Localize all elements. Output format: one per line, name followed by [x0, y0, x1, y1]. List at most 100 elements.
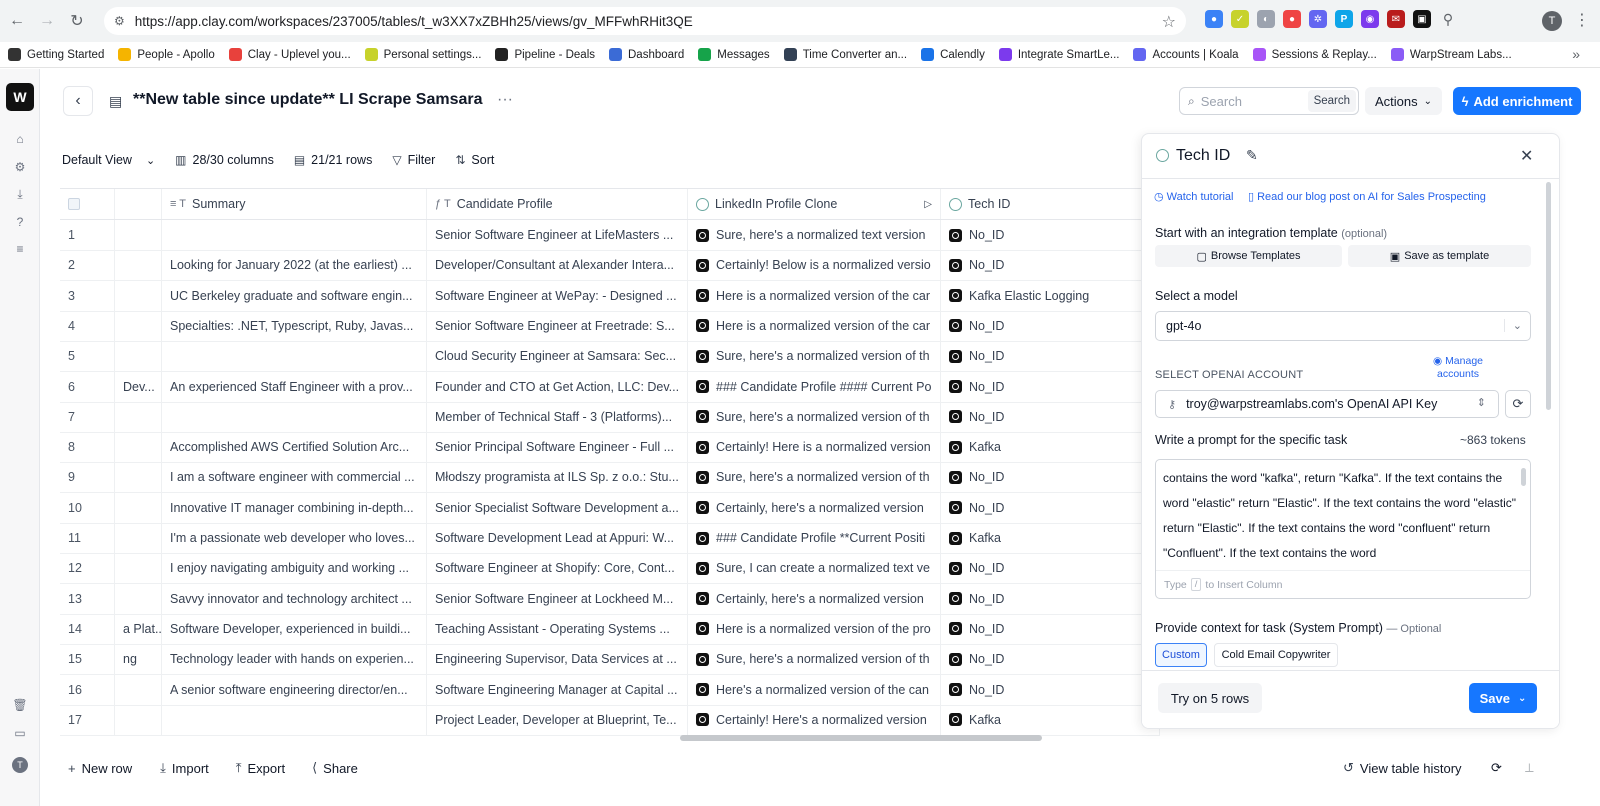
- profile-cell[interactable]: Senior Specialist Software Development a…: [427, 492, 688, 523]
- profile-cell[interactable]: Młodszy programista at ILS Sp. z o.o.: S…: [427, 462, 688, 493]
- profile-avatar[interactable]: T: [1542, 11, 1562, 31]
- tech-id-cell[interactable]: Kafka: [941, 704, 1160, 735]
- profile-cell[interactable]: Software Development Lead at Appuri: W..…: [427, 523, 688, 553]
- close-icon[interactable]: ✕: [1520, 146, 1533, 166]
- header-candidate-profile[interactable]: ƒ T Candidate Profile: [427, 189, 688, 219]
- summary-cell[interactable]: Innovative IT manager combining in-depth…: [162, 492, 427, 523]
- clone-cell[interactable]: Certainly! Below is a normalized versio: [688, 250, 941, 281]
- bookmark-item[interactable]: Pipeline - Deals: [495, 48, 595, 61]
- header-cell[interactable]: [115, 189, 162, 219]
- row-number[interactable]: 4: [60, 310, 115, 341]
- panel-scrollbar[interactable]: [1546, 182, 1551, 410]
- row-number[interactable]: 11: [60, 523, 115, 553]
- summary-cell[interactable]: I'm a passionate web developer who loves…: [162, 523, 427, 553]
- tech-id-cell[interactable]: No_ID: [941, 644, 1160, 675]
- table-cell[interactable]: ng: [115, 644, 162, 675]
- row-number[interactable]: 17: [60, 704, 115, 735]
- prompt-editor[interactable]: contains the word "kafka", return "Kafka…: [1155, 459, 1531, 599]
- row-number[interactable]: 10: [60, 492, 115, 523]
- clone-cell[interactable]: Here is a normalized version of the car: [688, 280, 941, 311]
- summary-cell[interactable]: Specialties: .NET, Typescript, Ruby, Jav…: [162, 310, 427, 341]
- table-cell[interactable]: [115, 220, 162, 250]
- save-as-template-button[interactable]: ▣ Save as template: [1348, 245, 1531, 267]
- chip-custom[interactable]: Custom: [1155, 643, 1207, 667]
- page-title[interactable]: **New table since update** LI Scrape Sam…: [133, 91, 482, 109]
- tech-id-cell[interactable]: No_ID: [941, 674, 1160, 705]
- bookmark-item[interactable]: Sessions & Replay...: [1252, 48, 1377, 61]
- export-button[interactable]: ⤒ Export: [236, 760, 285, 776]
- save-button[interactable]: Save ⌄: [1469, 683, 1537, 713]
- extension-icon[interactable]: ◉: [1361, 10, 1379, 28]
- bookmark-item[interactable]: Messages: [698, 48, 770, 61]
- blog-post-link[interactable]: ▯ Read our blog post on AI for Sales Pro…: [1248, 190, 1486, 203]
- table-cell[interactable]: [115, 280, 162, 311]
- clone-cell[interactable]: Here is a normalized version of the car: [688, 310, 941, 341]
- refresh-accounts-button[interactable]: ⟳: [1505, 390, 1531, 418]
- manage-accounts-link[interactable]: ◉ Manage accounts: [1430, 355, 1486, 381]
- table-cell[interactable]: [115, 462, 162, 493]
- profile-cell[interactable]: Teaching Assistant - Operating Systems .…: [427, 613, 688, 644]
- tech-id-cell[interactable]: Kafka: [941, 523, 1160, 553]
- header-tech-id[interactable]: Tech ID▷: [941, 189, 1160, 219]
- table-cell[interactable]: [115, 341, 162, 372]
- tech-id-cell[interactable]: No_ID: [941, 310, 1160, 341]
- browse-templates-button[interactable]: ▢ Browse Templates: [1155, 245, 1342, 267]
- url-text[interactable]: https://app.clay.com/workspaces/237005/t…: [135, 14, 693, 29]
- more-bookmarks-icon[interactable]: »: [1572, 46, 1580, 62]
- help-icon[interactable]: ?: [12, 214, 28, 230]
- extension-icon[interactable]: ●: [1283, 10, 1301, 28]
- home-icon[interactable]: ⌂: [12, 131, 28, 147]
- row-number[interactable]: 5: [60, 341, 115, 372]
- horizontal-scrollbar[interactable]: [680, 735, 1042, 741]
- rows-button[interactable]: ▤ 21/21 rows: [294, 153, 373, 167]
- search-input[interactable]: [1200, 93, 1301, 109]
- bookmark-item[interactable]: Time Converter an...: [783, 48, 907, 61]
- table-cell[interactable]: [115, 674, 162, 705]
- summary-cell[interactable]: Technology leader with hands on experien…: [162, 644, 427, 675]
- header-linkedin-clone[interactable]: LinkedIn Profile Clone ▷: [688, 189, 941, 219]
- clone-cell[interactable]: ### Candidate Profile **Current Positi: [688, 523, 941, 553]
- summary-cell[interactable]: An experienced Staff Engineer with a pro…: [162, 371, 427, 402]
- bookmark-item[interactable]: WarpStream Labs...: [1390, 48, 1512, 61]
- tech-id-cell[interactable]: No_ID: [941, 553, 1160, 584]
- table-row[interactable]: 15 ng Technology leader with hands on expe…: [60, 644, 1160, 676]
- table-cell[interactable]: [115, 310, 162, 341]
- table-row[interactable]: 3 UC Berkeley graduate and software engin…: [60, 280, 1160, 312]
- user-avatar-icon[interactable]: T: [12, 757, 28, 773]
- extension-icon[interactable]: ✓: [1231, 10, 1249, 28]
- table-cell[interactable]: [115, 432, 162, 463]
- refresh-icon[interactable]: ⟳: [1491, 760, 1502, 776]
- site-info-icon[interactable]: ⚙: [114, 14, 125, 28]
- row-number[interactable]: 8: [60, 432, 115, 463]
- clone-cell[interactable]: Sure, I can create a normalized text ve: [688, 553, 941, 584]
- table-row[interactable]: 11 I'm a passionate web developer who lov…: [60, 523, 1160, 554]
- table-row[interactable]: 17 Project Leader, Developer at Blueprint…: [60, 704, 1160, 736]
- more-options-icon[interactable]: ···: [497, 91, 513, 109]
- watch-tutorial-link[interactable]: ◷ Watch tutorial: [1154, 190, 1234, 203]
- table-row[interactable]: 2 Looking for January 2022 (at the earlie…: [60, 250, 1160, 282]
- table-row[interactable]: 13 Savvy innovator and technology archite…: [60, 583, 1160, 615]
- tech-id-cell[interactable]: No_ID: [941, 583, 1160, 614]
- profile-cell[interactable]: Software Engineering Manager at Capital …: [427, 674, 688, 705]
- billing-icon[interactable]: ▭: [12, 725, 28, 741]
- tech-id-cell[interactable]: No_ID: [941, 613, 1160, 644]
- new-row-button[interactable]: + New row: [68, 761, 132, 776]
- bookmark-item[interactable]: Getting Started: [8, 48, 104, 61]
- summary-cell[interactable]: [162, 341, 427, 372]
- search-box[interactable]: ⌕ Search: [1179, 87, 1359, 115]
- summary-cell[interactable]: [162, 401, 427, 432]
- clone-cell[interactable]: Certainly! Here is a normalized version: [688, 432, 941, 463]
- table-row[interactable]: 5 Cloud Security Engineer at Samsara: Sec…: [60, 341, 1160, 373]
- row-number[interactable]: 6: [60, 371, 115, 402]
- filter-button[interactable]: ▽ Filter: [392, 153, 435, 167]
- row-number[interactable]: 1: [60, 220, 115, 250]
- browser-menu-icon[interactable]: ⋮: [1574, 10, 1590, 30]
- clone-cell[interactable]: Here is a normalized version of the pro: [688, 613, 941, 644]
- profile-cell[interactable]: Software Engineer at Shopify: Core, Cont…: [427, 553, 688, 584]
- extension-icon[interactable]: P: [1335, 10, 1353, 28]
- tech-id-cell[interactable]: Kafka Elastic Logging: [941, 280, 1160, 311]
- summary-cell[interactable]: A senior software engineering director/e…: [162, 674, 427, 705]
- profile-cell[interactable]: Senior Software Engineer at Lockheed M..…: [427, 583, 688, 614]
- back-arrow-icon[interactable]: ←: [4, 8, 30, 34]
- extension-icon[interactable]: ✲: [1309, 10, 1327, 28]
